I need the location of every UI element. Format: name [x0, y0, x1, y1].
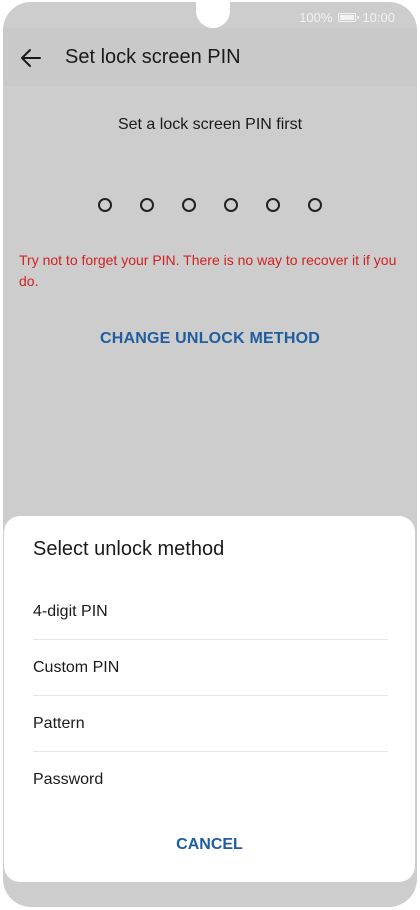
- phone-frame: 100% 10:00 Set lock screen PIN Set a loc…: [0, 0, 420, 910]
- arrow-left-icon: [21, 49, 41, 67]
- status-time: 10:00: [362, 9, 395, 25]
- pin-dot: [182, 198, 196, 212]
- cancel-button[interactable]: CANCEL: [4, 836, 415, 854]
- pin-warning: Try not to forget your PIN. There is no …: [19, 252, 397, 289]
- app-bar: Set lock screen PIN: [3, 28, 417, 86]
- battery-fill: [340, 14, 355, 20]
- pin-dot: [266, 198, 280, 212]
- pin-dot: [224, 198, 238, 212]
- sheet-title: Select unlock method: [33, 538, 225, 560]
- option-password[interactable]: Password: [33, 752, 388, 808]
- pin-dot: [98, 198, 112, 212]
- battery-icon: [338, 12, 360, 22]
- pin-prompt: Set a lock screen PIN first: [117, 116, 303, 133]
- page-title: Set lock screen PIN: [65, 46, 241, 68]
- back-button[interactable]: [15, 42, 47, 74]
- pin-dot: [308, 198, 322, 212]
- option-4-digit-pin[interactable]: 4-digit PIN: [33, 584, 388, 640]
- option-pattern[interactable]: Pattern: [33, 696, 388, 752]
- unlock-method-list: 4-digit PIN Custom PIN Pattern Password: [33, 584, 388, 808]
- screen: 100% 10:00 Set lock screen PIN Set a loc…: [3, 2, 417, 907]
- pin-indicator: [3, 198, 417, 212]
- change-unlock-method-button[interactable]: CHANGE UNLOCK METHOD: [3, 330, 417, 348]
- option-custom-pin[interactable]: Custom PIN: [33, 640, 388, 696]
- pin-dot: [140, 198, 154, 212]
- status-bar: 100% 10:00: [299, 8, 395, 26]
- camera-notch: [196, 2, 230, 28]
- battery-percent: 100%: [299, 9, 333, 25]
- unlock-method-sheet: Select unlock method 4-digit PIN Custom …: [4, 516, 415, 882]
